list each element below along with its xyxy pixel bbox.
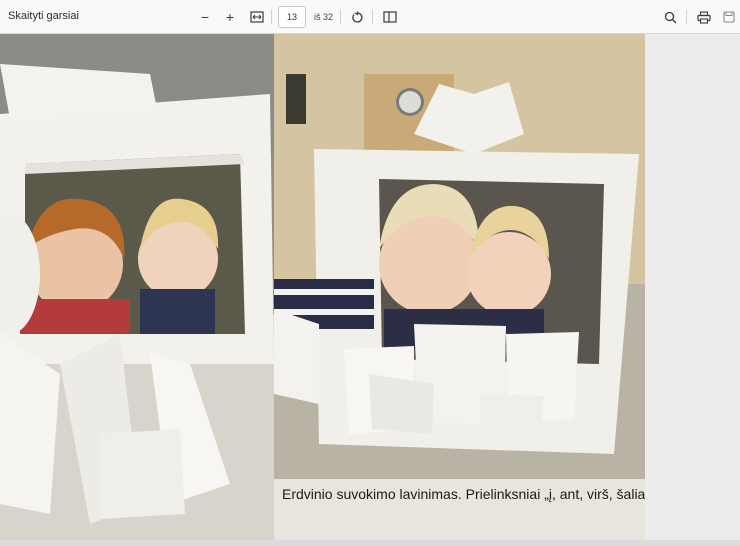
pdf-toolbar: Skaityti garsiai − + 13 iš 32	[0, 0, 740, 34]
zoom-out-icon: −	[200, 9, 210, 25]
zoom-out-button[interactable]: −	[196, 8, 214, 26]
print-button[interactable]	[695, 8, 713, 26]
fit-width-button[interactable]	[248, 8, 266, 26]
page-total-label: iš 32	[314, 12, 334, 22]
photo-children-paper-frame-left	[0, 34, 274, 540]
rotate-icon	[351, 11, 362, 23]
page-view-icon	[383, 11, 397, 23]
read-aloud-button[interactable]: Skaityti garsiai	[8, 10, 79, 22]
photo-children-paper-frame-right	[274, 34, 645, 479]
pdf-page: Erdvinio suvokimo lavinimas. Prielinksni…	[0, 34, 645, 540]
toolbar-separator	[271, 10, 272, 24]
toolbar-separator	[372, 10, 373, 24]
search-button[interactable]	[661, 8, 679, 26]
document-viewer[interactable]: Erdvinio suvokimo lavinimas. Prielinksni…	[0, 34, 740, 540]
print-icon	[697, 10, 711, 24]
zoom-in-button[interactable]: +	[221, 8, 239, 26]
search-icon	[664, 11, 676, 23]
fit-width-icon	[250, 11, 264, 23]
toolbar-separator	[340, 10, 341, 24]
page-caption: Erdvinio suvokimo lavinimas. Prielinksni…	[282, 486, 645, 502]
rotate-button[interactable]	[348, 8, 366, 26]
toolbar-separator	[686, 10, 687, 24]
zoom-in-icon: +	[225, 9, 235, 25]
page-number-input[interactable]: 13	[278, 6, 306, 28]
save-icon	[723, 11, 735, 23]
save-button[interactable]	[720, 8, 738, 26]
horizontal-scrollbar[interactable]	[0, 540, 740, 546]
page-view-button[interactable]	[381, 8, 399, 26]
